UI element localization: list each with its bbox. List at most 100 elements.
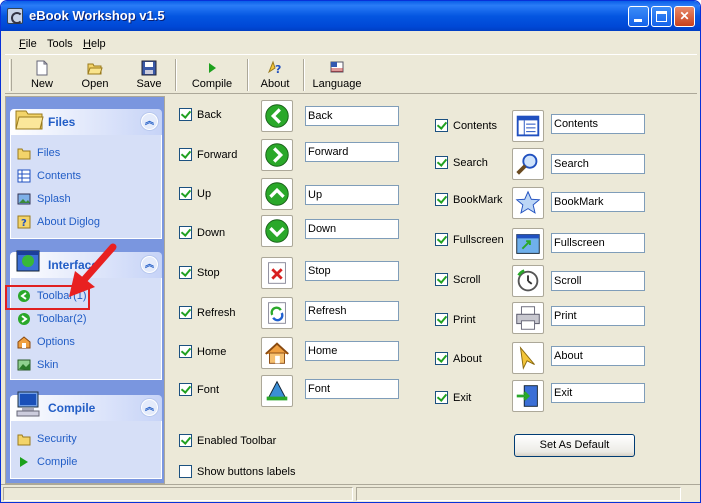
print-checkbox[interactable]	[435, 313, 448, 326]
menu-help[interactable]: Help	[83, 38, 106, 50]
exit-checkbox[interactable]	[435, 391, 448, 404]
bookmark-icon-button[interactable]	[512, 187, 544, 219]
title-bar[interactable]: eBook Workshop v1.5 ✕	[1, 1, 700, 31]
menu-bar: File Tools Help	[5, 35, 697, 53]
menu-file[interactable]: File	[19, 38, 37, 50]
menu-tools[interactable]: Tools	[47, 38, 73, 50]
show-labels-checkbox[interactable]	[179, 465, 192, 478]
play-icon	[209, 63, 216, 73]
main-toolbar: New Open Save Compile ? About Language	[5, 54, 697, 94]
forward-icon-button[interactable]	[261, 139, 293, 171]
exit-icon-button[interactable]	[512, 380, 544, 412]
about-caption-input[interactable]: About	[551, 346, 645, 366]
stop-icon-button[interactable]	[261, 257, 293, 289]
home-label: Home	[197, 346, 227, 358]
stop-caption-input[interactable]: Stop	[305, 261, 399, 281]
play-icon	[20, 457, 28, 467]
compile-button[interactable]: Compile	[187, 57, 237, 93]
refresh-icon-button[interactable]	[261, 297, 293, 329]
stop-checkbox[interactable]	[179, 266, 192, 279]
set-as-default-button[interactable]: Set As Default	[514, 434, 635, 457]
contents-checkbox[interactable]	[435, 119, 448, 132]
toolbar-separator	[303, 59, 305, 91]
arrow-down-icon	[265, 219, 289, 243]
status-pane	[356, 487, 681, 501]
toolbar-separator	[175, 59, 177, 91]
back-checkbox[interactable]	[179, 108, 192, 121]
stop-icon	[268, 262, 286, 284]
minimize-button[interactable]	[628, 6, 649, 27]
compile-group-body: Security Compile	[10, 421, 162, 479]
save-button[interactable]: Save	[131, 57, 167, 93]
print-icon	[516, 306, 540, 330]
contents-caption-input[interactable]: Contents	[551, 114, 645, 134]
refresh-checkbox[interactable]	[179, 306, 192, 319]
home-icon-button[interactable]	[261, 337, 293, 369]
app-icon[interactable]	[7, 8, 23, 24]
font-caption-input[interactable]: Font	[305, 379, 399, 399]
up-checkbox[interactable]	[179, 187, 192, 200]
forward-caption-input[interactable]: Forward	[305, 142, 399, 162]
collapse-chevron-icon[interactable]: ︽	[141, 256, 158, 273]
font-label: Font	[197, 384, 220, 396]
contents-grid-icon	[17, 169, 31, 183]
exit-caption-input[interactable]: Exit	[551, 383, 645, 403]
up-icon-button[interactable]	[261, 178, 293, 210]
status-pane	[3, 487, 353, 501]
home-caption-input[interactable]: Home	[305, 341, 399, 361]
down-caption-input[interactable]: Down	[305, 219, 399, 239]
search-icon	[516, 153, 538, 175]
home-icon	[265, 342, 289, 364]
scroll-checkbox[interactable]	[435, 273, 448, 286]
bookmark-checkbox[interactable]	[435, 193, 448, 206]
fullscreen-icon-button[interactable]	[512, 228, 544, 260]
about-icon	[519, 346, 535, 370]
toolbar-separator	[247, 59, 249, 91]
search-checkbox[interactable]	[435, 156, 448, 169]
compile-group-header[interactable]: Compile ︽	[10, 391, 162, 421]
search-label: Search	[453, 157, 488, 169]
back-caption-input[interactable]: Back	[305, 106, 399, 126]
arrow-up-icon	[265, 182, 289, 206]
fullscreen-checkbox[interactable]	[435, 233, 448, 246]
scroll-caption-input[interactable]: Scroll	[551, 271, 645, 291]
open-button[interactable]: Open	[75, 57, 115, 93]
search-icon-button[interactable]	[512, 148, 544, 180]
window-title: eBook Workshop v1.5	[29, 8, 165, 23]
about-label: About	[453, 353, 482, 365]
files-group-body: Files Contents Splash ? About Diglog	[10, 135, 162, 239]
down-label: Down	[197, 227, 226, 239]
enabled-toolbar-checkbox[interactable]	[179, 434, 192, 447]
contents-icon-button[interactable]	[512, 110, 544, 142]
about-checkbox[interactable]	[435, 352, 448, 365]
toolbar-grip[interactable]	[9, 59, 12, 91]
splash-image-icon	[17, 193, 31, 205]
home-checkbox[interactable]	[179, 345, 192, 358]
fullscreen-caption-input[interactable]: Fullscreen	[551, 233, 645, 253]
files-group-header[interactable]: Files ︽	[10, 109, 162, 135]
collapse-chevron-icon[interactable]: ︽	[141, 399, 158, 416]
bookmark-caption-input[interactable]: BookMark	[551, 192, 645, 212]
new-button[interactable]: New	[23, 57, 61, 93]
refresh-caption-input[interactable]: Refresh	[305, 301, 399, 321]
contents-label: Contents	[453, 120, 498, 132]
down-checkbox[interactable]	[179, 226, 192, 239]
close-button[interactable]: ✕	[674, 6, 695, 27]
collapse-chevron-icon[interactable]: ︽	[141, 113, 158, 130]
stop-label: Stop	[197, 267, 220, 279]
maximize-button[interactable]	[651, 6, 672, 27]
font-icon-button[interactable]	[261, 375, 293, 407]
down-icon-button[interactable]	[261, 215, 293, 247]
about-button[interactable]: ? About	[255, 57, 295, 93]
print-label: Print	[453, 314, 476, 326]
print-caption-input[interactable]: Print	[551, 306, 645, 326]
font-checkbox[interactable]	[179, 383, 192, 396]
about-icon-button[interactable]	[512, 342, 544, 374]
language-button[interactable]: Language	[309, 57, 365, 93]
back-icon-button[interactable]	[261, 100, 293, 132]
up-caption-input[interactable]: Up	[305, 185, 399, 205]
search-caption-input[interactable]: Search	[551, 154, 645, 174]
scroll-icon-button[interactable]	[512, 265, 544, 297]
forward-checkbox[interactable]	[179, 148, 192, 161]
print-icon-button[interactable]	[512, 302, 544, 334]
